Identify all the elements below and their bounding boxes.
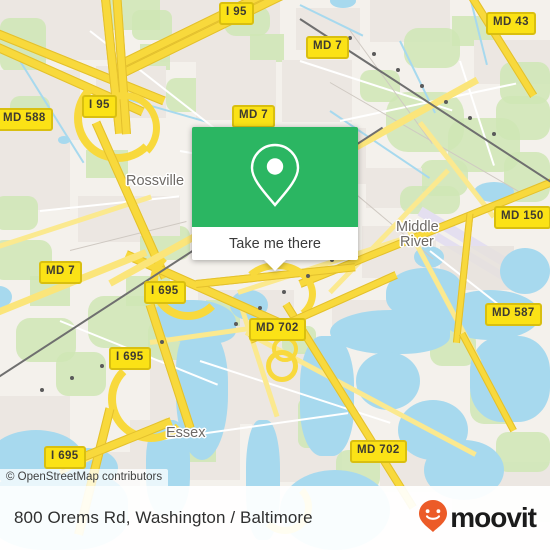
- road-shield: I 695: [144, 281, 186, 304]
- map-canvas[interactable]: I 95 MD 43 MD 7 I 95 MD 7 MD 588 MD 150 MD 7 I 6…: [0, 0, 550, 550]
- popup-action-bar[interactable]: Take me there: [192, 227, 358, 260]
- place-label: Essex: [166, 425, 206, 441]
- map-screenshot: I 95 MD 43 MD 7 I 95 MD 7 MD 588 MD 150 MD 7 I 6…: [0, 0, 550, 550]
- road-shield: MD 7: [39, 261, 83, 284]
- place-label: River: [400, 234, 434, 250]
- road-shield: MD 702: [350, 440, 407, 463]
- location-popup[interactable]: Take me there: [192, 127, 358, 271]
- map-labels-layer: I 95 MD 43 MD 7 I 95 MD 7 MD 588 MD 150 MD 7 I 6…: [0, 0, 550, 550]
- moovit-wordmark: moovit: [450, 502, 537, 533]
- road-shield: MD 150: [494, 206, 550, 229]
- map-attribution[interactable]: © OpenStreetMap contributors: [0, 469, 169, 486]
- road-shield: MD 588: [0, 108, 53, 131]
- road-shield: MD 7: [306, 36, 350, 59]
- road-shield: MD 702: [249, 318, 306, 341]
- popup-tail-arrow: [264, 260, 286, 271]
- place-label: Rossville: [126, 173, 185, 189]
- moovit-smiling-pin-icon: [418, 499, 448, 538]
- moovit-logo[interactable]: moovit: [418, 499, 537, 538]
- place-label: Middle: [396, 219, 439, 235]
- footer-bar: 800 Orems Rd, Washington / Baltimore moo…: [0, 486, 550, 550]
- road-shield: I 95: [219, 2, 254, 25]
- road-shield: I 695: [44, 446, 86, 469]
- road-shield: MD 7: [232, 105, 276, 128]
- road-shield: I 695: [109, 347, 151, 370]
- road-shield: MD 43: [486, 12, 536, 35]
- road-shield: I 95: [82, 95, 117, 118]
- map-pin-icon: [249, 142, 301, 213]
- location-title: 800 Orems Rd, Washington / Baltimore: [14, 508, 313, 527]
- road-shield: MD 587: [485, 303, 542, 326]
- popup-header: [192, 127, 358, 227]
- take-me-there-label: Take me there: [229, 235, 321, 252]
